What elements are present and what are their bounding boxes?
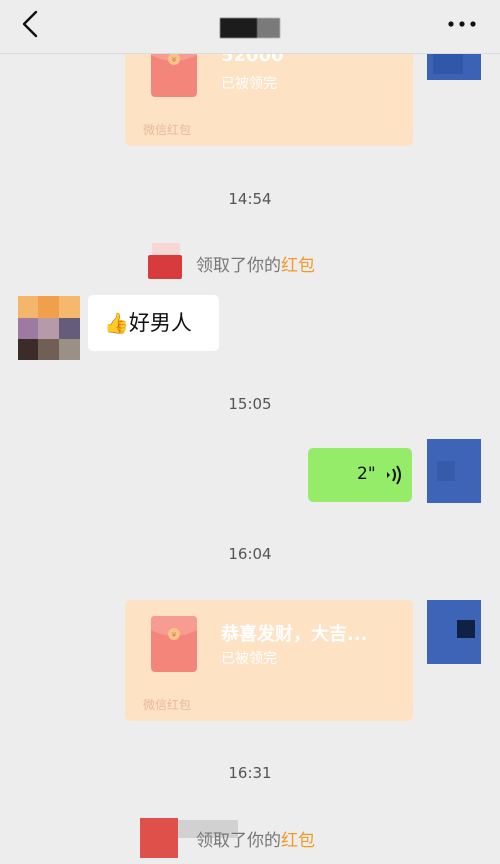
timestamp: 16:31 [228,764,272,782]
timestamp: 15:05 [228,395,272,413]
avatar[interactable] [18,296,80,360]
system-message-text: 领取了你的 [196,831,281,851]
voice-message-bubble[interactable]: 2" [308,448,412,502]
chevron-left-icon [22,10,38,38]
message-bubble[interactable]: 👍好男人 [88,295,219,351]
avatar[interactable] [427,439,481,503]
chat-area: ¥ 52000 已被领完 微信红包 14:54 领取了你的红包 👍好男人 15:… [0,54,500,864]
red-packet-small-icon [148,243,182,279]
system-message: 领取了你的红包 [196,826,315,851]
red-packet-card[interactable]: ¥ 恭喜发财，大吉... 已被领完 微信红包 [125,600,413,721]
system-message-text: 领取了你的 [196,256,281,276]
avatar[interactable] [427,54,481,80]
top-bar: ■■ [0,0,500,54]
red-packet-icon: ¥ [151,616,197,672]
red-packet-status: 已被领完 [221,76,277,92]
avatar[interactable] [427,600,481,664]
svg-text:¥: ¥ [172,631,177,639]
chat-title: ■■ [220,18,280,38]
message-text: 好男人 [128,311,192,335]
timestamp: 16:04 [228,545,272,563]
voice-duration: 2" [357,464,376,484]
system-message-link[interactable]: 红包 [281,256,315,276]
red-packet-label: 微信红包 [143,698,192,712]
red-packet-status: 已被领完 [221,651,277,667]
red-packet-title: 恭喜发财，大吉... [221,624,368,645]
thumbs-up-emoji: 👍 [104,311,129,335]
red-packet-card[interactable]: ¥ 52000 已被领完 微信红包 [125,54,413,146]
more-button[interactable] [446,12,478,40]
red-packet-icon: ¥ [151,54,197,97]
svg-text:¥: ¥ [172,56,177,64]
timestamp: 14:54 [228,190,272,208]
back-button[interactable] [14,8,48,42]
red-packet-title: 52000 [221,54,284,66]
system-message: 领取了你的红包 [196,251,315,276]
red-packet-label: 微信红包 [143,123,192,137]
voice-wave-icon [387,465,401,485]
system-message-link[interactable]: 红包 [281,831,315,851]
more-dots-icon [448,21,476,27]
